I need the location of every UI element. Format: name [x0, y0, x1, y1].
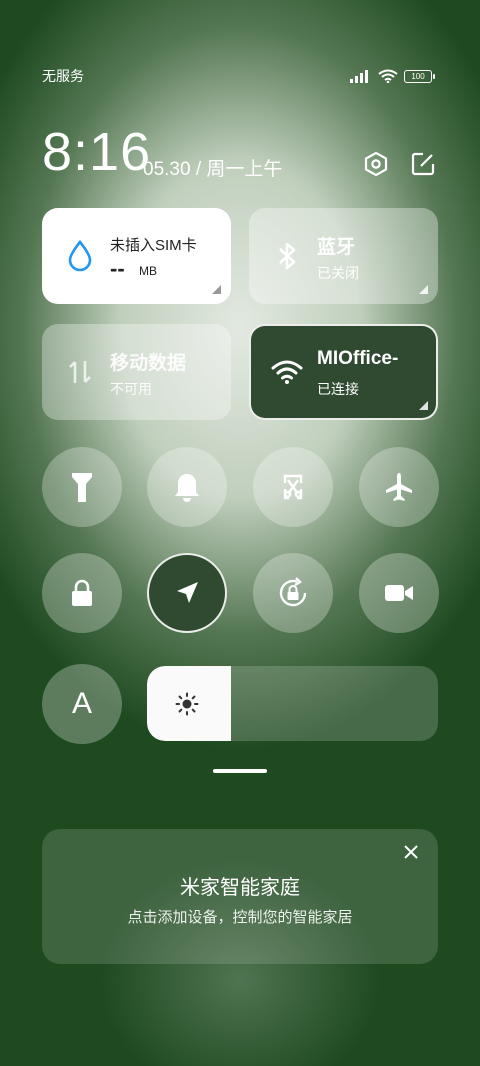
screenshot-toggle[interactable] — [253, 447, 333, 527]
auto-brightness-button[interactable]: A — [42, 664, 122, 744]
edit-icon — [411, 152, 435, 176]
video-camera-icon — [385, 585, 413, 601]
smart-home-card[interactable]: 米家智能家庭 点击添加设备，控制您的智能家居 — [42, 829, 438, 964]
battery-icon: 100 — [404, 69, 435, 83]
smart-home-subtitle: 点击添加设备，控制您的智能家居 — [127, 909, 353, 926]
clock: 8:16 — [42, 122, 152, 182]
panel-handle[interactable] — [213, 769, 267, 773]
bluetooth-icon — [271, 238, 303, 274]
lock-icon — [72, 579, 92, 606]
bell-icon — [175, 474, 199, 502]
date: 05.30 / 周一上午 — [143, 159, 283, 180]
signal-icon — [350, 70, 368, 83]
sim-data-unit: MB — [139, 264, 157, 278]
screen-record-toggle[interactable] — [359, 553, 439, 633]
wifi-tile[interactable]: MIOffice- 已连接 — [249, 324, 438, 420]
edit-button[interactable] — [407, 148, 439, 180]
lock-screen-toggle[interactable] — [42, 553, 122, 633]
mobile-data-tile[interactable]: 移动数据 不可用 — [42, 324, 231, 420]
smart-home-title: 米家智能家庭 — [180, 877, 300, 899]
wifi-status-icon — [378, 69, 398, 83]
close-button[interactable] — [400, 841, 422, 863]
mobile-data-icon — [64, 354, 96, 390]
expand-corner-icon — [419, 401, 428, 410]
flashlight-toggle[interactable] — [42, 447, 122, 527]
flashlight-icon — [72, 473, 92, 502]
wifi-status: 已连接 — [317, 381, 359, 397]
auto-brightness-label: A — [71, 687, 92, 720]
sim-title: 未插入SIM卡 — [110, 237, 197, 254]
brightness-slider[interactable] — [147, 666, 438, 741]
mobile-data-status: 不可用 — [110, 381, 152, 397]
carrier-label: 无服务 — [42, 68, 84, 84]
sim-data-value: -- — [110, 256, 125, 281]
sim-data-tile[interactable]: 未插入SIM卡 -- MB — [42, 208, 231, 304]
settings-button[interactable] — [360, 148, 392, 180]
sun-icon — [175, 692, 199, 716]
bluetooth-tile[interactable]: 蓝牙 已关闭 — [249, 208, 438, 304]
mobile-data-title: 移动数据 — [110, 353, 187, 374]
rotation-lock-icon — [279, 577, 307, 607]
close-icon — [404, 845, 418, 859]
screenshot-icon — [283, 474, 303, 500]
wifi-network-name: MIOffice- — [317, 348, 399, 369]
silent-toggle[interactable] — [147, 447, 227, 527]
location-icon — [177, 582, 198, 603]
bluetooth-title: 蓝牙 — [317, 237, 356, 258]
settings-icon — [364, 151, 388, 177]
wifi-icon — [271, 354, 303, 390]
location-toggle[interactable] — [147, 553, 227, 633]
rotation-lock-toggle[interactable] — [253, 553, 333, 633]
expand-corner-icon — [212, 285, 221, 294]
expand-corner-icon — [419, 285, 428, 294]
airplane-toggle[interactable] — [359, 447, 439, 527]
water-drop-icon — [64, 238, 96, 274]
airplane-icon — [386, 473, 412, 501]
status-icons: 100 — [350, 68, 436, 84]
bluetooth-status: 已关闭 — [317, 265, 359, 281]
